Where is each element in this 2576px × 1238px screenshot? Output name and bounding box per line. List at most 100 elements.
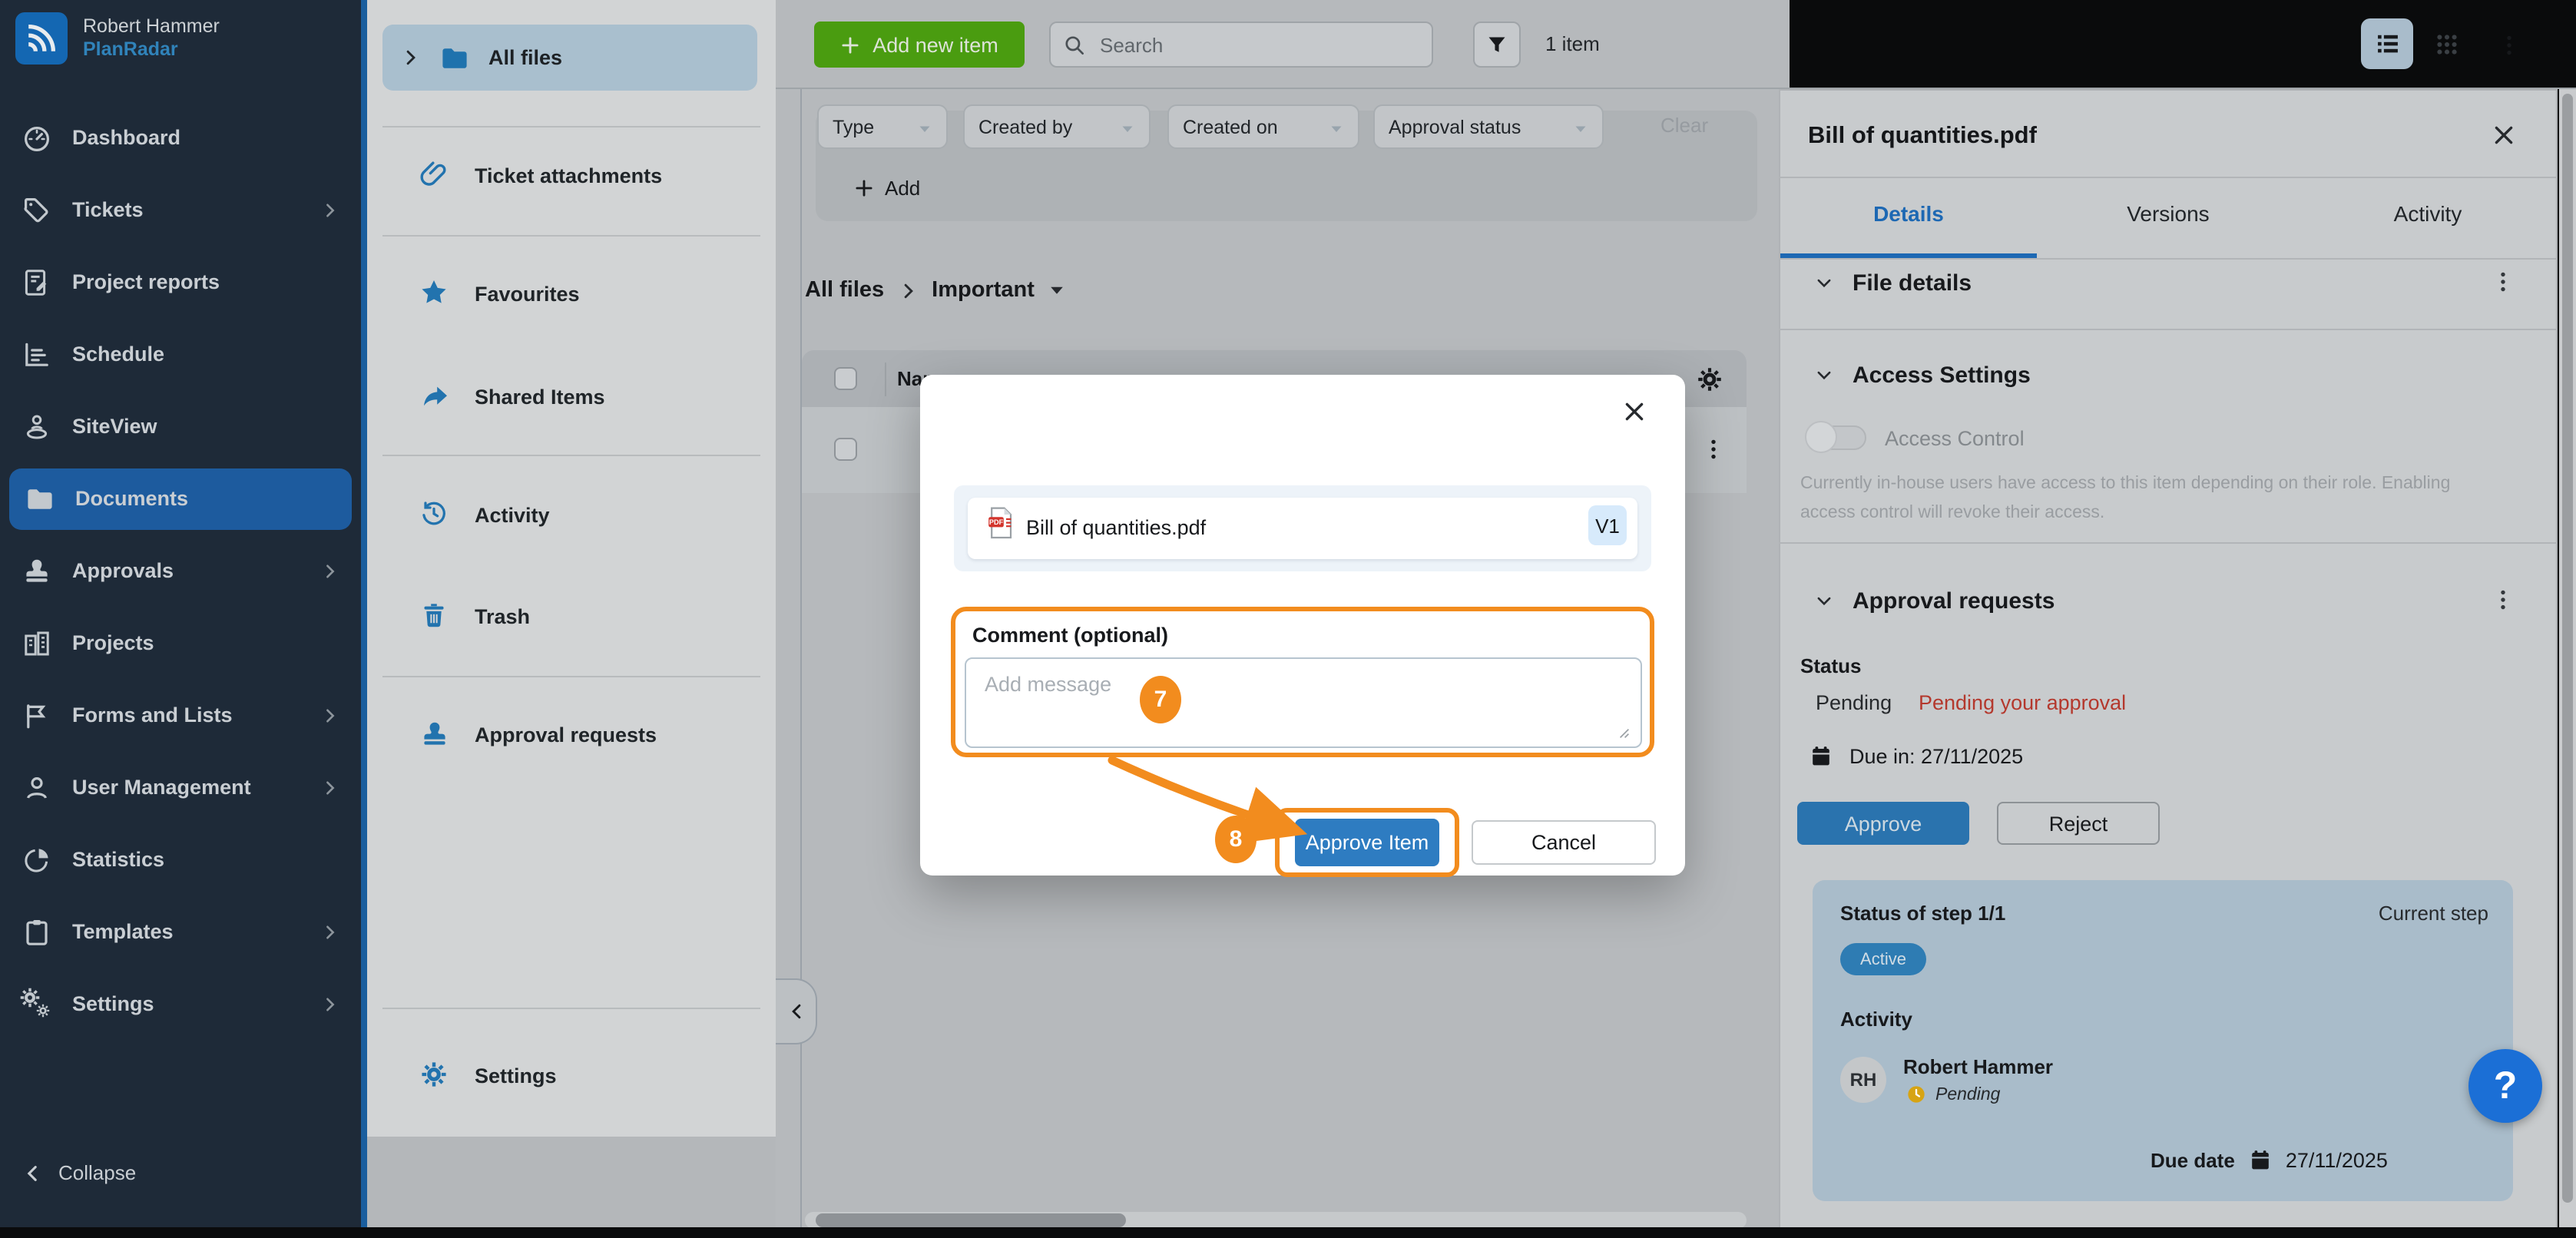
horizontal-scrollbar-thumb[interactable] bbox=[816, 1213, 1126, 1227]
sidebar-item-tickets[interactable]: Tickets bbox=[0, 174, 361, 246]
textarea-resize-icon[interactable] bbox=[1613, 722, 1631, 740]
close-panel-icon[interactable] bbox=[2492, 123, 2519, 151]
breadcrumb-current-folder[interactable]: Important bbox=[932, 278, 1035, 303]
row-checkbox[interactable] bbox=[834, 438, 857, 461]
sidebar-item-templates[interactable]: Templates bbox=[0, 895, 361, 968]
due-date-row: Due in: 27/11/2025 bbox=[1809, 745, 2023, 768]
star-icon bbox=[419, 278, 450, 309]
pending-clock-icon bbox=[1906, 1084, 1926, 1104]
file-details-kebab-icon[interactable] bbox=[2492, 270, 2516, 298]
schedule-icon bbox=[22, 339, 52, 369]
sidebar-item-schedule[interactable]: Schedule bbox=[0, 318, 361, 390]
filter-dropdown-created-by[interactable]: Created by bbox=[963, 104, 1151, 149]
chevron-down-icon[interactable] bbox=[1814, 366, 1834, 386]
sidebar-item-forms-and-lists[interactable]: Forms and Lists bbox=[0, 679, 361, 751]
documents-nav-sidebar: All files Ticket attachments Favourites … bbox=[367, 0, 776, 1137]
tab-details[interactable]: Details bbox=[1779, 201, 2038, 226]
row-kebab-icon[interactable] bbox=[1702, 438, 1725, 461]
filenav-item-activity[interactable]: Activity bbox=[367, 484, 776, 545]
modal-cancel-button[interactable]: Cancel bbox=[1472, 820, 1656, 865]
table-settings-gear-icon[interactable] bbox=[1696, 366, 1723, 393]
sidebar-item-project-reports[interactable]: Project reports bbox=[0, 246, 361, 318]
search-input[interactable] bbox=[1097, 31, 1419, 58]
divider bbox=[1779, 542, 2558, 544]
sidebar-item-dashboard[interactable]: Dashboard bbox=[0, 101, 361, 174]
access-help-text: Currently in-house users have access to … bbox=[1800, 470, 2495, 528]
breadcrumb-all-files[interactable]: All files bbox=[805, 278, 884, 303]
filenav-item-favourites[interactable]: Favourites bbox=[367, 263, 776, 324]
filenav-item-approval-requests[interactable]: Approval requests bbox=[367, 703, 776, 765]
status-value: Pending bbox=[1816, 691, 1892, 714]
main-nav: Dashboard Tickets Project reports Schedu… bbox=[0, 101, 361, 1040]
filenav-footer-area bbox=[367, 1137, 776, 1227]
status-note: Pending your approval bbox=[1919, 691, 2126, 714]
add-new-item-button[interactable]: Add new item bbox=[814, 22, 1025, 68]
help-button[interactable]: ? bbox=[2468, 1049, 2542, 1123]
caret-down-icon bbox=[1120, 121, 1135, 133]
filter-dropdown-approval-status[interactable]: Approval status bbox=[1373, 104, 1604, 149]
sidebar-item-siteview[interactable]: SiteView bbox=[0, 390, 361, 462]
history-icon bbox=[419, 499, 450, 530]
main-sidebar: Robert Hammer PlanRadar Dashboard Ticket… bbox=[0, 0, 361, 1227]
step-title: Status of step 1/1 bbox=[1840, 902, 2005, 925]
stamp-icon bbox=[419, 719, 450, 750]
filenav-item-trash[interactable]: Trash bbox=[367, 585, 776, 647]
section-file-details[interactable]: File details bbox=[1853, 270, 1972, 296]
calendar-icon bbox=[1809, 745, 1833, 768]
activity-label: Activity bbox=[1840, 1008, 1912, 1031]
divider bbox=[382, 235, 760, 237]
filenav-item-all-files[interactable]: All files bbox=[382, 25, 757, 91]
sidebar-item-statistics[interactable]: Statistics bbox=[0, 823, 361, 895]
sidebar-item-approvals[interactable]: Approvals bbox=[0, 535, 361, 607]
filter-dropdown-type[interactable]: Type bbox=[817, 104, 948, 149]
filter-dropdown-created-on[interactable]: Created on bbox=[1167, 104, 1359, 149]
planradar-app: Robert Hammer PlanRadar Dashboard Ticket… bbox=[0, 0, 2576, 1238]
buildings-icon bbox=[22, 627, 52, 658]
chevron-down-icon[interactable] bbox=[1814, 591, 1834, 611]
gears-icon bbox=[22, 988, 52, 1019]
filenav-item-settings[interactable]: Settings bbox=[367, 1044, 776, 1106]
add-filter-button[interactable]: Add bbox=[854, 177, 920, 200]
pie-chart-icon bbox=[22, 844, 52, 875]
grid-view-toggle[interactable] bbox=[2424, 22, 2470, 68]
section-approval-requests[interactable]: Approval requests bbox=[1853, 588, 2055, 614]
annotation-step-8: 8 bbox=[1215, 816, 1257, 863]
toggle-knob bbox=[1805, 421, 1837, 453]
user-icon bbox=[22, 772, 52, 803]
clear-filters-button[interactable]: Clear bbox=[1660, 114, 1708, 137]
collapse-sidebar-button[interactable]: Collapse bbox=[22, 1161, 136, 1184]
list-view-toggle[interactable] bbox=[2361, 18, 2413, 69]
tab-versions[interactable]: Versions bbox=[2038, 201, 2298, 226]
tab-activity[interactable]: Activity bbox=[2298, 201, 2558, 226]
filenav-item-shared-items[interactable]: Shared Items bbox=[367, 366, 776, 427]
filter-button[interactable] bbox=[1473, 22, 1521, 68]
approve-button[interactable]: Approve bbox=[1797, 802, 1969, 845]
chevron-right-icon bbox=[321, 922, 339, 941]
caret-down-icon[interactable] bbox=[1048, 281, 1067, 300]
person-pin-icon bbox=[22, 411, 52, 442]
approver-name: Robert Hammer bbox=[1903, 1055, 2053, 1078]
divider bbox=[1779, 258, 2558, 260]
column-divider bbox=[885, 362, 886, 396]
chevron-down-icon[interactable] bbox=[1814, 273, 1834, 293]
vertical-scrollbar-thumb[interactable] bbox=[2562, 94, 2573, 1203]
select-all-checkbox[interactable] bbox=[834, 367, 857, 390]
section-access-settings[interactable]: Access Settings bbox=[1853, 362, 2031, 389]
sidebar-item-settings[interactable]: Settings bbox=[0, 968, 361, 1040]
divider bbox=[1779, 177, 2558, 178]
chevron-right-icon[interactable] bbox=[401, 48, 421, 68]
filenav-item-ticket-attachments[interactable]: Ticket attachments bbox=[367, 144, 776, 206]
sidebar-item-documents[interactable]: Documents bbox=[9, 468, 352, 529]
item-count: 1 item bbox=[1545, 32, 1600, 55]
modal-close-icon[interactable] bbox=[1622, 399, 1647, 424]
more-options-button[interactable] bbox=[2492, 22, 2525, 68]
reject-button[interactable]: Reject bbox=[1997, 802, 2160, 845]
sidebar-item-user-management[interactable]: User Management bbox=[0, 751, 361, 823]
comment-textarea[interactable] bbox=[966, 659, 1641, 746]
account-header[interactable]: Robert Hammer PlanRadar bbox=[15, 12, 220, 65]
plus-icon bbox=[854, 178, 874, 198]
sidebar-item-projects[interactable]: Projects bbox=[0, 607, 361, 679]
approval-requests-kebab-icon[interactable] bbox=[2492, 588, 2516, 616]
funnel-icon bbox=[1485, 33, 1508, 56]
collapse-panel-tab[interactable] bbox=[776, 978, 817, 1044]
